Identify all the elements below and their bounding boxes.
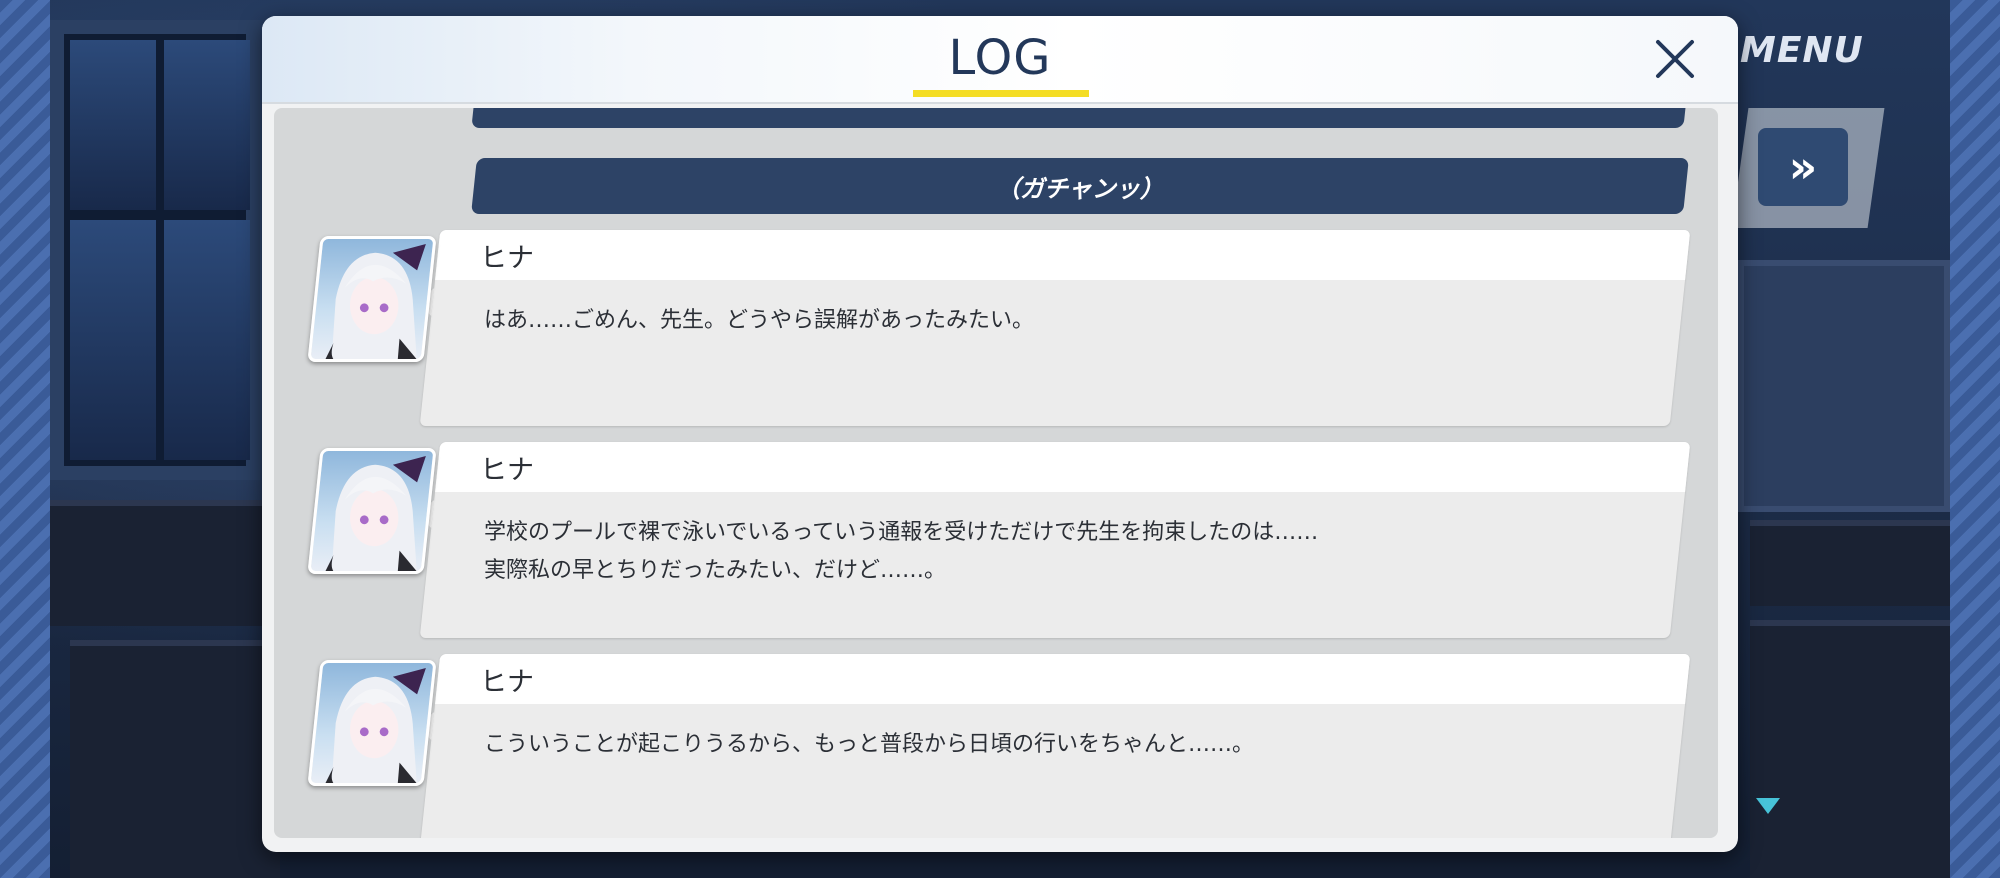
dialogue-line: はあ……ごめん、先生。どうやら誤解があったみたい。: [484, 308, 1035, 333]
speaker-name: ヒナ: [480, 667, 534, 698]
log-entry: ヒナ こういうことが起こりうるから、もっと普段から日頃の行いをちゃんと……。: [274, 654, 1718, 838]
classroom-window: [50, 20, 260, 480]
title-underline: [913, 90, 1089, 97]
dialogue-line: 実際私の早とちりだったみたい、だけど……。: [484, 558, 947, 583]
system-line-bar: [471, 108, 1689, 128]
right-border-stripe: [1950, 0, 2000, 878]
log-entry: ヒナ はあ……ごめん、先生。どうやら誤解があったみたい。: [274, 230, 1718, 430]
log-dialog: LOG （ガチャンッ） ヒナ はあ……ごめん、先生。どうやら誤解があったみたい。…: [262, 16, 1738, 852]
desk: [50, 500, 280, 626]
desk: [1750, 620, 1950, 878]
scroll-down-icon[interactable]: [1756, 798, 1780, 814]
close-icon[interactable]: [1650, 34, 1700, 84]
desk: [70, 640, 280, 878]
fast-forward-icon[interactable]: »: [1758, 128, 1848, 206]
menu-button[interactable]: MENU: [1740, 30, 1864, 71]
bulletin-board: [1738, 260, 1950, 512]
dialog-header: LOG: [262, 16, 1738, 104]
speaker-name: ヒナ: [480, 455, 534, 486]
character-portrait: [307, 236, 437, 362]
system-line-bar: （ガチャンッ）: [471, 158, 1689, 214]
dialogue-line: こういうことが起こりうるから、もっと普段から日頃の行いをちゃんと……。: [484, 732, 1255, 757]
system-line-text: （ガチャンッ）: [996, 174, 1164, 203]
dialogue-line: 学校のプールで裸で泳いでいるっていう通報を受けただけで先生を拘束したのは……: [484, 520, 1319, 545]
left-border-stripe: [0, 0, 50, 878]
character-portrait: [307, 660, 437, 786]
log-entry: ヒナ 学校のプールで裸で泳いでいるっていう通報を受けただけで先生を拘束したのは……: [274, 442, 1718, 642]
character-portrait: [307, 448, 437, 574]
log-list[interactable]: （ガチャンッ） ヒナ はあ……ごめん、先生。どうやら誤解があったみたい。 ヒナ …: [274, 108, 1718, 838]
speaker-name: ヒナ: [480, 243, 534, 274]
desk: [1750, 520, 1950, 606]
dialog-title: LOG: [948, 30, 1052, 86]
